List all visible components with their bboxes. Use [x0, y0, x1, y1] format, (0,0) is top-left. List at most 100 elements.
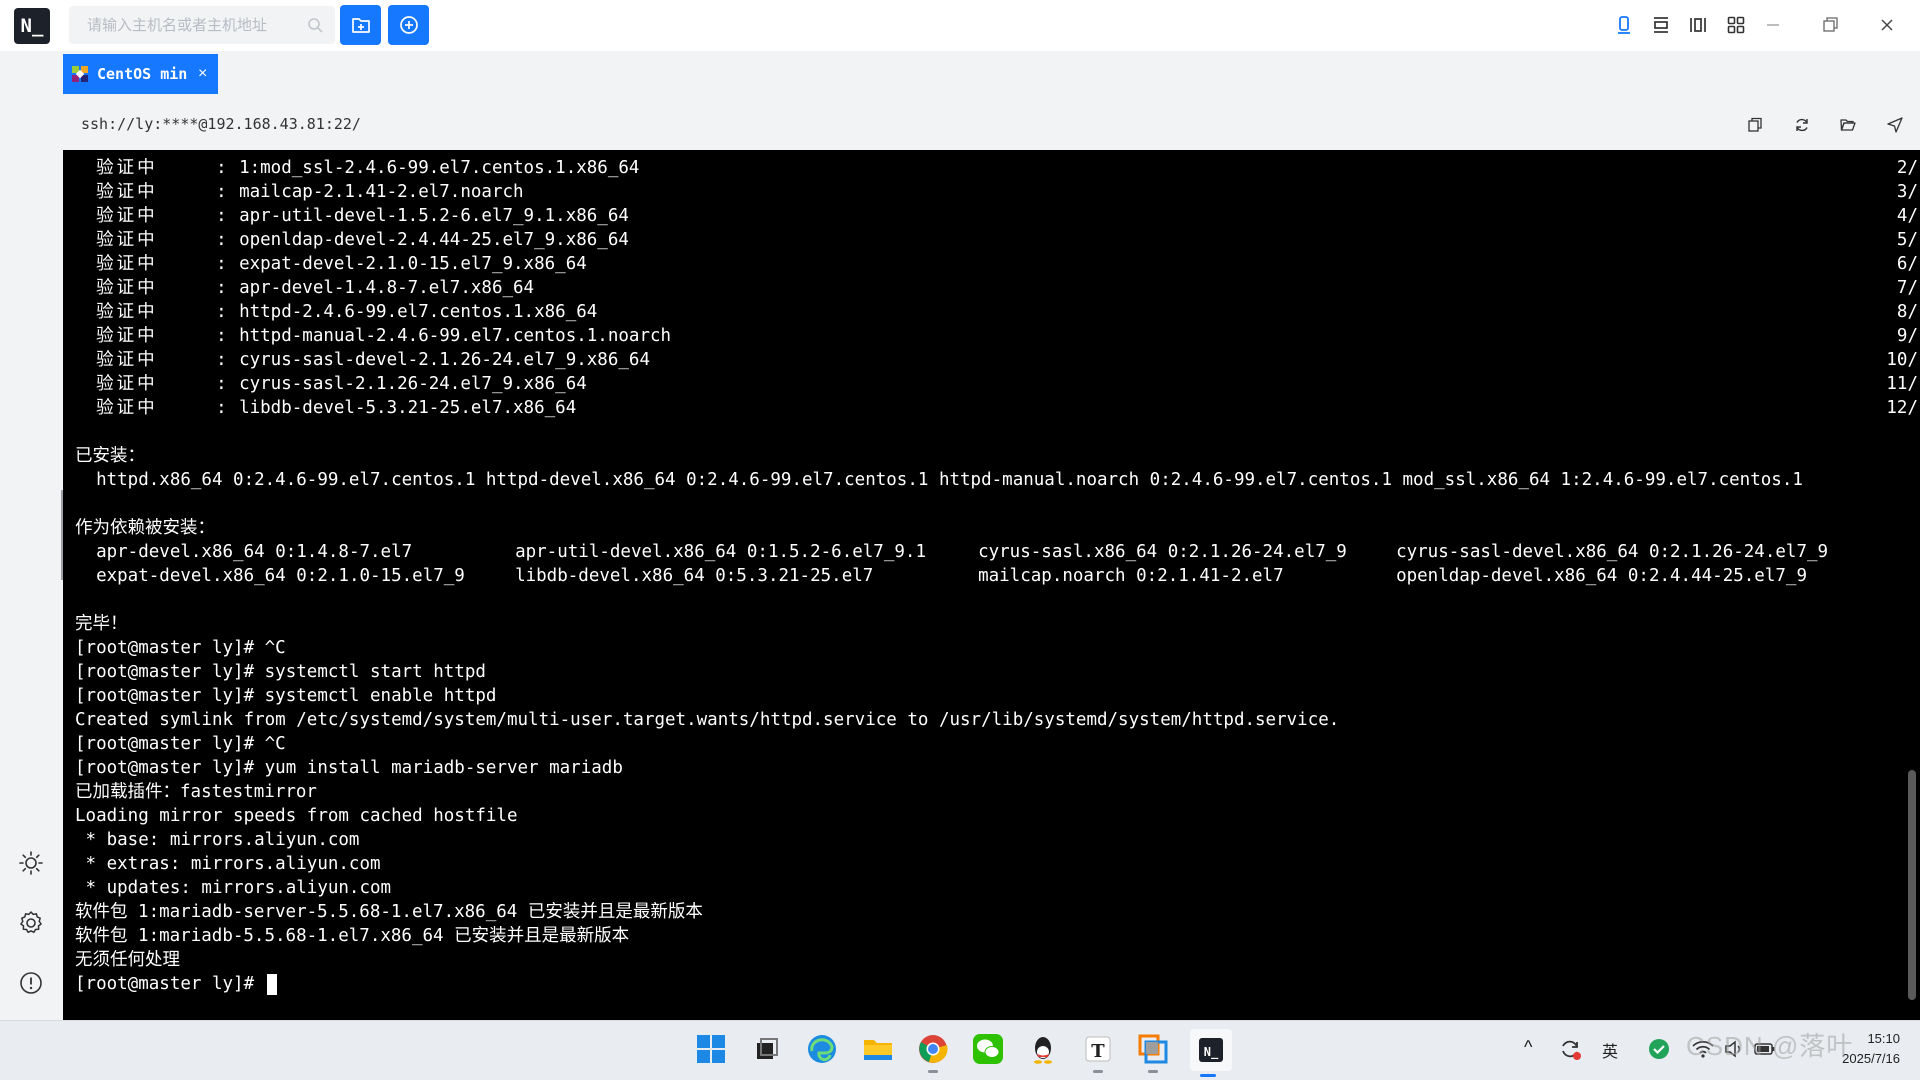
- output-line: 完毕！: [75, 614, 128, 634]
- deps-row: apr-devel.x86_64 0:1.4.8-7.el7 apr-util-d…: [75, 540, 1920, 564]
- terminal-output[interactable]: 验证中:1:mod_ssl-2.4.6-99.el7.centos.1.x86_…: [63, 150, 1920, 1020]
- task-view-button[interactable]: [748, 1031, 784, 1067]
- app-logo-text: N_: [20, 15, 44, 37]
- horizontal-split-button[interactable]: [1648, 12, 1674, 38]
- output-line: * extras: mirrors.aliyun.com: [75, 854, 381, 874]
- dep-package: libdb-devel.x86_64 0:5.3.21-25.el7: [515, 566, 874, 586]
- folder-plus-icon: [352, 18, 370, 33]
- windows-start-icon: [697, 1035, 725, 1063]
- maximize-button[interactable]: [1817, 12, 1843, 38]
- svg-text:T: T: [1091, 1041, 1105, 1062]
- verify-package: libdb-devel-5.3.21-25.el7.x86_64: [239, 398, 577, 418]
- verify-label: 验证中: [96, 302, 158, 322]
- verify-package: cyrus-sasl-devel-2.1.26-24.el7_9.x86_64: [239, 350, 650, 370]
- dep-package: apr-util-devel.x86_64 0:1.5.2-6.el7_9.1: [515, 542, 926, 562]
- edge-icon: [808, 1035, 836, 1063]
- send-icon: [1887, 117, 1903, 133]
- typora-taskbar-button[interactable]: T: [1080, 1031, 1116, 1073]
- single-layout-button[interactable]: [1611, 12, 1637, 38]
- info-alert-icon[interactable]: [18, 970, 44, 996]
- settings-gear-icon[interactable]: [18, 910, 44, 936]
- new-connection-button[interactable]: [388, 5, 429, 45]
- send-command-button[interactable]: [1883, 113, 1907, 137]
- typora-icon: T: [1085, 1036, 1111, 1062]
- terminal-scroll-thumb[interactable]: [1908, 770, 1916, 1000]
- verify-label: 验证中: [96, 374, 158, 394]
- nxshell-icon: N_: [1199, 1038, 1223, 1062]
- svg-text:N_: N_: [1204, 1045, 1219, 1060]
- verify-label: 验证中: [96, 398, 158, 418]
- centos-logo-icon: [72, 66, 88, 82]
- verify-line: 验证中: cyrus-sasl-devel-2.1.26-24.el7_9.x86…: [75, 348, 1920, 372]
- wechat-icon: [973, 1034, 1003, 1064]
- host-search-input[interactable]: [69, 6, 299, 44]
- output-line: [root@master ly]# systemctl enable httpd: [75, 686, 497, 706]
- plus-circle-icon: [400, 16, 418, 34]
- running-indicator: [928, 1070, 938, 1073]
- verify-line: 验证中:expat-devel-2.1.0-15.el7_9.x86_646/1…: [75, 252, 1920, 276]
- output-line: [root@master ly]# ^C: [75, 638, 286, 658]
- ime-indicator[interactable]: 英: [1602, 1038, 1618, 1062]
- copy-address-button[interactable]: [1743, 113, 1767, 137]
- verify-package: apr-devel-1.4.8-7.el7.x86_64: [239, 278, 535, 298]
- theme-sun-icon[interactable]: [18, 850, 44, 876]
- qq-icon: [1034, 1037, 1052, 1064]
- verify-line: 验证中:mailcap-2.1.41-2.el7.noarch3/12: [75, 180, 1920, 204]
- app-logo[interactable]: N_: [14, 8, 50, 44]
- verify-label: 验证中: [96, 206, 158, 226]
- dep-package: openldap-devel.x86_64 0:2.4.44-25.el7_9: [1396, 566, 1807, 586]
- dep-package: cyrus-sasl-devel.x86_64 0:2.1.26-24.el7_…: [1396, 542, 1829, 562]
- verify-separator: :: [216, 302, 227, 322]
- edge-taskbar-button[interactable]: [804, 1031, 840, 1067]
- tab-centos-min[interactable]: CentOS min ×: [63, 54, 218, 94]
- dep-package: apr-devel.x86_64 0:1.4.8-7.el7: [96, 542, 413, 562]
- verify-separator: :: [216, 182, 227, 202]
- verify-label: 验证中: [96, 326, 158, 346]
- search-icon[interactable]: [307, 17, 323, 33]
- sync-tray-icon[interactable]: [1558, 1037, 1582, 1061]
- verify-line: 验证中:1:mod_ssl-2.4.6-99.el7.centos.1.x86_…: [75, 156, 1920, 180]
- vertical-split-button[interactable]: [1685, 12, 1711, 38]
- tab-label: CentOS min: [97, 65, 188, 83]
- chrome-taskbar-button[interactable]: [915, 1031, 951, 1073]
- output-line: Loading mirror speeds from cached hostfi…: [75, 806, 518, 826]
- sftp-folder-button[interactable]: [1836, 113, 1860, 137]
- dep-package: expat-devel.x86_64 0:2.1.0-15.el7_9: [96, 566, 465, 586]
- qq-taskbar-button[interactable]: [1025, 1031, 1061, 1067]
- file-explorer-taskbar-button[interactable]: [860, 1031, 896, 1067]
- minimize-button[interactable]: [1760, 12, 1786, 38]
- active-indicator: [1200, 1074, 1216, 1077]
- file-explorer-icon: [864, 1040, 892, 1060]
- new-folder-button[interactable]: [340, 5, 381, 45]
- address-bar[interactable]: ssh://ly:****@192.168.43.81:22/: [69, 104, 1730, 146]
- tray-overflow-chevron[interactable]: ^: [1524, 1037, 1532, 1058]
- verify-label: 验证中: [96, 254, 158, 274]
- windows-start-button[interactable]: [693, 1031, 729, 1067]
- output-line: * base: mirrors.aliyun.com: [75, 830, 360, 850]
- verify-label: 验证中: [96, 158, 158, 178]
- close-window-button[interactable]: [1874, 12, 1900, 38]
- wechat-taskbar-button[interactable]: [970, 1031, 1006, 1067]
- verify-package: httpd-manual-2.4.6-99.el7.centos.1.noarc…: [239, 326, 672, 346]
- output-line: * updates: mirrors.aliyun.com: [75, 878, 392, 898]
- verify-line: 验证中: httpd-manual-2.4.6-99.el7.centos.1.n…: [75, 324, 1920, 348]
- reconnect-button[interactable]: [1790, 113, 1814, 137]
- host-search-box[interactable]: [69, 6, 335, 44]
- folder-open-icon: [1840, 119, 1856, 131]
- nxshell-taskbar-button[interactable]: N_: [1190, 1029, 1232, 1077]
- grid-icon: [1727, 16, 1745, 34]
- running-indicator: [1148, 1070, 1158, 1073]
- verify-label: 验证中: [96, 230, 158, 250]
- verify-package: httpd-2.4.6-99.el7.centos.1.x86_64: [239, 302, 598, 322]
- security-tray-icon[interactable]: [1648, 1038, 1670, 1060]
- verify-package: mailcap-2.1.41-2.el7.noarch: [239, 182, 524, 202]
- tab-close-icon[interactable]: ×: [198, 64, 207, 84]
- horizontal-split-icon: [1654, 17, 1668, 33]
- verify-line: 验证中:libdb-devel-5.3.21-25.el7.x86_6412/1…: [75, 396, 1920, 420]
- vertical-split-icon: [1690, 18, 1706, 32]
- grid-layout-button[interactable]: [1723, 12, 1749, 38]
- vmware-taskbar-button[interactable]: [1135, 1031, 1171, 1073]
- chrome-icon: [919, 1035, 948, 1063]
- terminal-scrollbar[interactable]: [1908, 150, 1920, 1020]
